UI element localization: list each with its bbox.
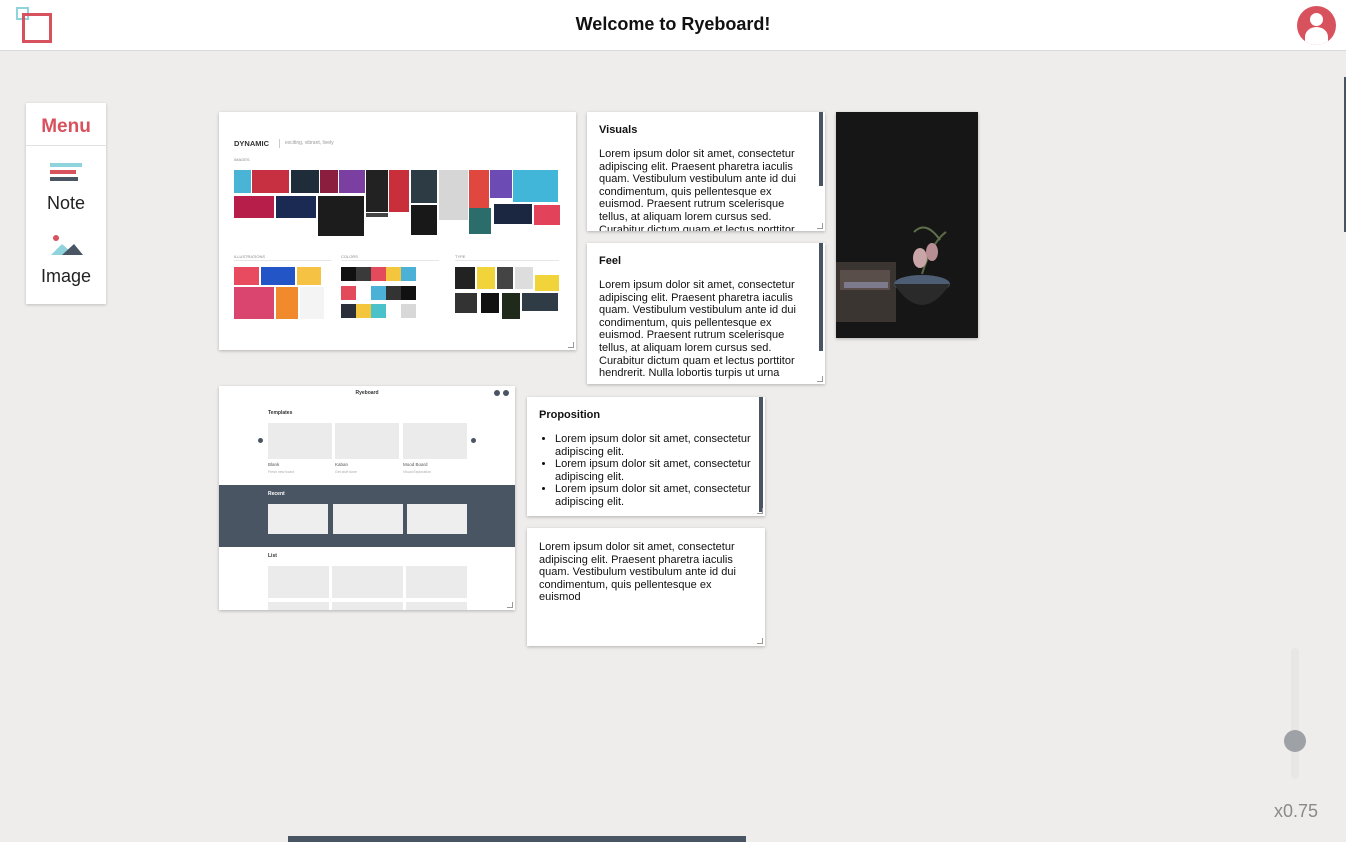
mood-board-heading: DYNAMIC — [234, 139, 269, 148]
note-icon — [50, 163, 82, 187]
list-item: Lorem ipsum dolor sit amet, consectetur … — [555, 458, 753, 483]
photo-card[interactable] — [836, 112, 978, 338]
section-label: TYPE — [455, 254, 466, 259]
resize-handle[interactable] — [507, 602, 513, 608]
note-scrollbar[interactable] — [759, 397, 763, 512]
app-section-label: Templates — [268, 410, 293, 416]
section-label: COLORS — [341, 254, 358, 259]
note-title: Proposition — [539, 409, 601, 421]
app-section-label: Recent — [268, 491, 285, 497]
image-icon — [51, 235, 83, 255]
zoom-level-label: x0.75 — [1273, 801, 1318, 821]
note-card[interactable]: Proposition Lorem ipsum dolor sit amet, … — [527, 397, 765, 516]
menu-title: Menu — [26, 103, 106, 146]
menu-item-label: Note — [46, 193, 86, 213]
note-body: Lorem ipsum dolor sit amet, consectetur … — [599, 279, 796, 380]
note-body: Lorem ipsum dolor sit amet, consectetur … — [539, 541, 736, 604]
page-title: Welcome to Ryeboard! — [575, 14, 771, 34]
template-caption: Get stuff done — [335, 470, 357, 474]
horizontal-scrollbar[interactable] — [288, 836, 746, 842]
zoom-slider-handle[interactable] — [1284, 730, 1306, 752]
zoom-slider-track[interactable] — [1291, 648, 1299, 779]
note-title: Visuals — [599, 124, 638, 136]
resize-handle[interactable] — [817, 376, 823, 382]
still-life-photo — [836, 112, 978, 338]
resize-handle[interactable] — [817, 223, 823, 229]
template-name: Kaban — [335, 462, 349, 467]
note-scrollbar[interactable] — [819, 243, 823, 351]
list-item: Lorem ipsum dolor sit amet, consectetur … — [555, 433, 753, 458]
note-body: Lorem ipsum dolor sit amet, consectetur … — [599, 148, 796, 231]
note-card[interactable]: Feel Lorem ipsum dolor sit amet, consect… — [587, 243, 825, 384]
mood-board-card[interactable]: DYNAMIC exciting, vibrant, lively IMAGES… — [219, 112, 576, 350]
top-bar: Welcome to Ryeboard! — [0, 0, 1346, 51]
mood-board-subheading: exciting, vibrant, lively — [285, 140, 334, 146]
menu-item-image[interactable]: Image — [26, 233, 106, 287]
template-caption: Visual Exploration — [403, 470, 431, 474]
app-screenshot-card[interactable]: Ryeboard Templates Blank Kaban Mood Boar… — [219, 386, 515, 610]
template-name: Mood Board — [403, 462, 428, 467]
note-card[interactable]: Lorem ipsum dolor sit amet, consectetur … — [527, 528, 765, 646]
user-avatar[interactable] — [1297, 6, 1336, 45]
menu-panel: Menu Note Image — [26, 103, 106, 304]
section-label: ILLUSTRATIONS — [234, 254, 266, 259]
app-section-label: List — [268, 553, 277, 559]
template-caption: Fresh new board — [268, 470, 295, 474]
note-title: Feel — [599, 255, 622, 267]
resize-handle[interactable] — [568, 342, 574, 348]
resize-handle[interactable] — [757, 638, 763, 644]
app-title: Ryeboard — [355, 390, 379, 396]
note-scrollbar[interactable] — [819, 112, 823, 186]
note-card[interactable]: Visuals Lorem ipsum dolor sit amet, cons… — [587, 112, 825, 231]
resize-handle[interactable] — [757, 508, 763, 514]
section-label: IMAGES — [234, 157, 250, 162]
menu-item-note[interactable]: Note — [26, 163, 106, 214]
template-name: Blank — [268, 462, 280, 467]
list-item: Lorem ipsum dolor sit amet, consectetur … — [555, 483, 753, 508]
bullet-list: Lorem ipsum dolor sit amet, consectetur … — [555, 433, 753, 509]
user-icon — [1310, 13, 1323, 26]
menu-item-label: Image — [40, 266, 92, 286]
